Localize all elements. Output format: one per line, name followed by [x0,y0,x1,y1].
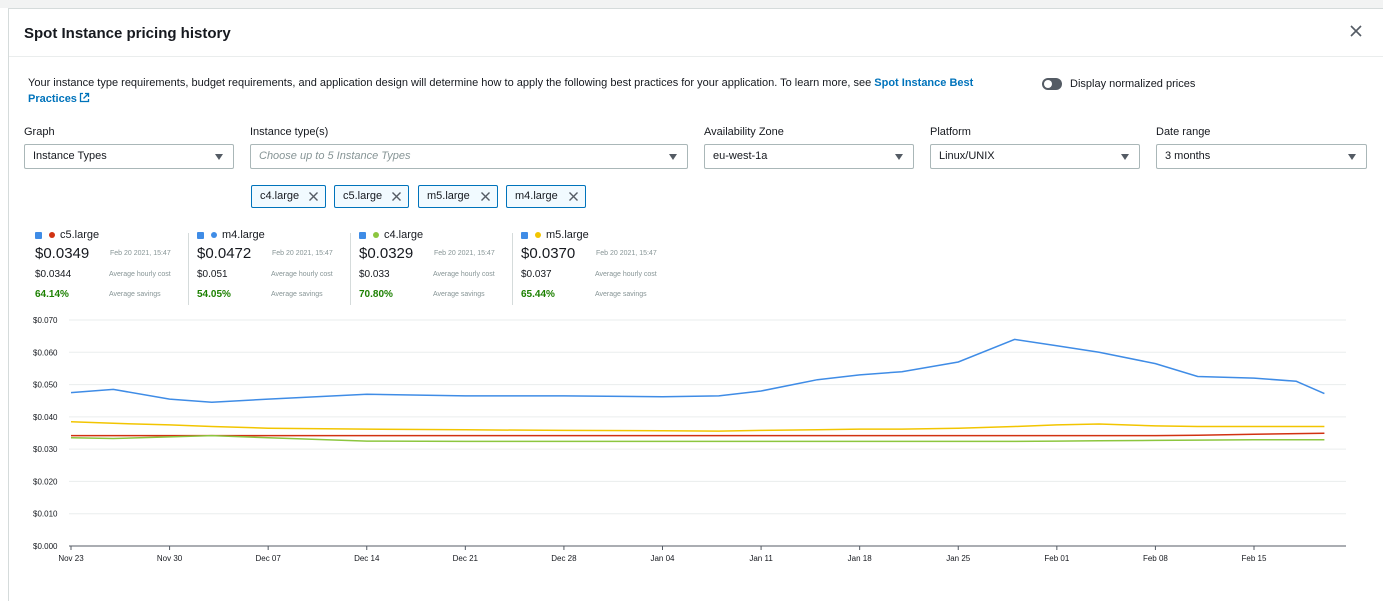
x-tick-label: Jan 04 [650,554,675,563]
token-m5-large: m5.large [418,185,498,208]
checkbox-icon[interactable] [35,231,42,239]
az-label: Availability Zone [704,126,784,138]
remove-icon[interactable] [568,191,579,202]
legend-timestamp: Feb 20 2021, 15:47 [596,250,657,257]
external-link-icon [79,92,90,103]
chevron-down-icon [895,154,903,160]
legend-savings-label: Average savings [271,291,323,298]
legend-savings: 70.80% [359,289,393,300]
series-dot [211,232,217,238]
price-chart: $0.000 $0.010 $0.020 $0.030 $0.040 $0.050 $0.0… [33,316,1346,563]
series-line-m4-large [70,338,1325,404]
token-m4-large: m4.large [506,185,586,208]
close-icon[interactable] [1347,22,1365,40]
platform-label: Platform [930,126,971,138]
az-select[interactable]: eu-west-1a [704,144,914,169]
legend-savings: 64.14% [35,289,69,300]
instance-types-label: Instance type(s) [250,126,329,138]
legend-price: $0.0329 [359,245,414,262]
legend-savings-label: Average savings [433,291,485,298]
chevron-down-icon [669,154,677,160]
chevron-down-icon [215,154,223,160]
legend-avg-cost: $0.051 [197,269,228,280]
description: Your instance type requirements, budget … [28,75,1018,107]
legend-timestamp: Feb 20 2021, 15:47 [272,250,333,257]
x-tick-label: Jan 25 [946,554,971,563]
legend-price: $0.0472 [197,245,252,262]
x-tick-label: Dec 14 [354,554,380,563]
modal-header: Spot Instance pricing history [9,9,1383,57]
normalized-prices-toggle[interactable]: Display normalized prices [1042,78,1195,90]
x-tick-label: Feb 01 [1044,554,1069,563]
y-tick-label: $0.000 [33,542,58,551]
legend-avg-cost: $0.0344 [35,269,72,280]
graph-select[interactable]: Instance Types [24,144,234,169]
legend-name: c4.large [384,229,424,241]
graph-label: Graph [24,126,55,138]
series-line-c4-large [70,434,1325,443]
top-bar [0,0,1383,8]
remove-icon[interactable] [391,191,402,202]
legend-avg-cost-label: Average hourly cost [595,271,657,278]
x-tick-label: Feb 15 [1242,554,1267,563]
token-c5-large: c5.large [334,185,409,208]
series-dot [49,232,55,238]
x-tick-label: Jan 11 [749,554,773,563]
x-tick-label: Jan 18 [848,554,873,563]
instance-types-select[interactable]: Choose up to 5 Instance Types [250,144,688,169]
chevron-down-icon [1121,154,1129,160]
legend-avg-cost: $0.033 [359,269,390,280]
legend-name: c5.large [60,229,100,241]
remove-icon[interactable] [480,191,491,202]
legend-avg-cost-label: Average hourly cost [271,271,333,278]
token-c4-large: c4.large [251,185,326,208]
legend-name: m5.large [546,229,589,241]
checkbox-icon[interactable] [521,231,528,239]
legend-savings-label: Average savings [595,291,647,298]
remove-icon[interactable] [308,191,319,202]
series-dot [373,232,379,238]
x-tick-label: Dec 28 [551,554,577,563]
chevron-down-icon [1348,154,1356,160]
legend-avg-cost-label: Average hourly cost [433,271,495,278]
modal-title: Spot Instance pricing history [24,25,231,42]
x-tick-label: Dec 07 [255,554,281,563]
series-line-c5-large [71,432,1325,437]
y-tick-label: $0.030 [33,445,58,454]
spot-pricing-modal: Spot Instance pricing history Your insta… [8,8,1383,601]
legend-name: m4.large [222,229,265,241]
y-tick-label: $0.020 [33,477,58,486]
legend-divider [512,233,513,305]
legend-divider [350,233,351,305]
legend-timestamp: Feb 20 2021, 15:47 [110,250,171,257]
series-line-m5-large [70,420,1325,432]
x-tick-label: Nov 23 [58,554,84,563]
legend-timestamp: Feb 20 2021, 15:47 [434,250,495,257]
legend-price: $0.0349 [35,245,90,262]
date-range-label: Date range [1156,126,1211,138]
description-text: Your instance type requirements, budget … [28,77,875,89]
legend-savings-label: Average savings [109,291,161,298]
x-tick-label: Nov 30 [157,554,183,563]
y-tick-label: $0.060 [33,348,58,357]
legend-savings: 54.05% [197,289,231,300]
series-dot [535,232,541,238]
legend-price: $0.0370 [521,245,576,262]
legend-avg-cost-label: Average hourly cost [109,271,171,278]
legend-avg-cost: $0.037 [521,269,552,280]
checkbox-icon[interactable] [359,231,366,239]
y-tick-label: $0.050 [33,381,58,390]
y-tick-label: $0.040 [33,413,58,422]
date-range-select[interactable]: 3 months [1156,144,1367,169]
checkbox-icon[interactable] [197,231,204,239]
toggle-switch[interactable] [1042,78,1062,90]
legend-divider [188,233,189,305]
y-tick-label: $0.070 [33,316,58,325]
legend-savings: 65.44% [521,289,555,300]
toggle-label: Display normalized prices [1070,78,1196,90]
x-tick-label: Dec 21 [453,554,479,563]
x-tick-label: Feb 08 [1143,554,1168,563]
platform-select[interactable]: Linux/UNIX [930,144,1140,169]
y-tick-label: $0.010 [33,510,58,519]
